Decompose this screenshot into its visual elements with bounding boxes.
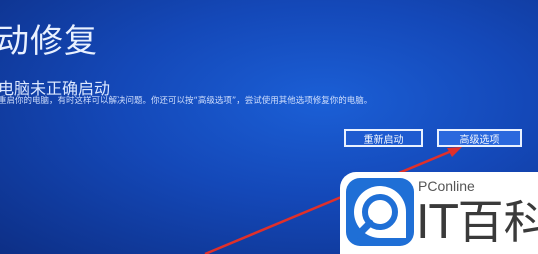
recovery-screen: 动修复 电脑未正确启动 重启你的电脑，有时这样可以解决问题。你还可以按“高级选项… [0, 0, 538, 254]
watermark-brand-big: IT百科 [416, 195, 538, 249]
watermark-brand-small: PConline [418, 178, 475, 194]
watermark-logo: PConline IT百科 [340, 172, 538, 254]
magnifier-logo-icon [346, 178, 414, 246]
